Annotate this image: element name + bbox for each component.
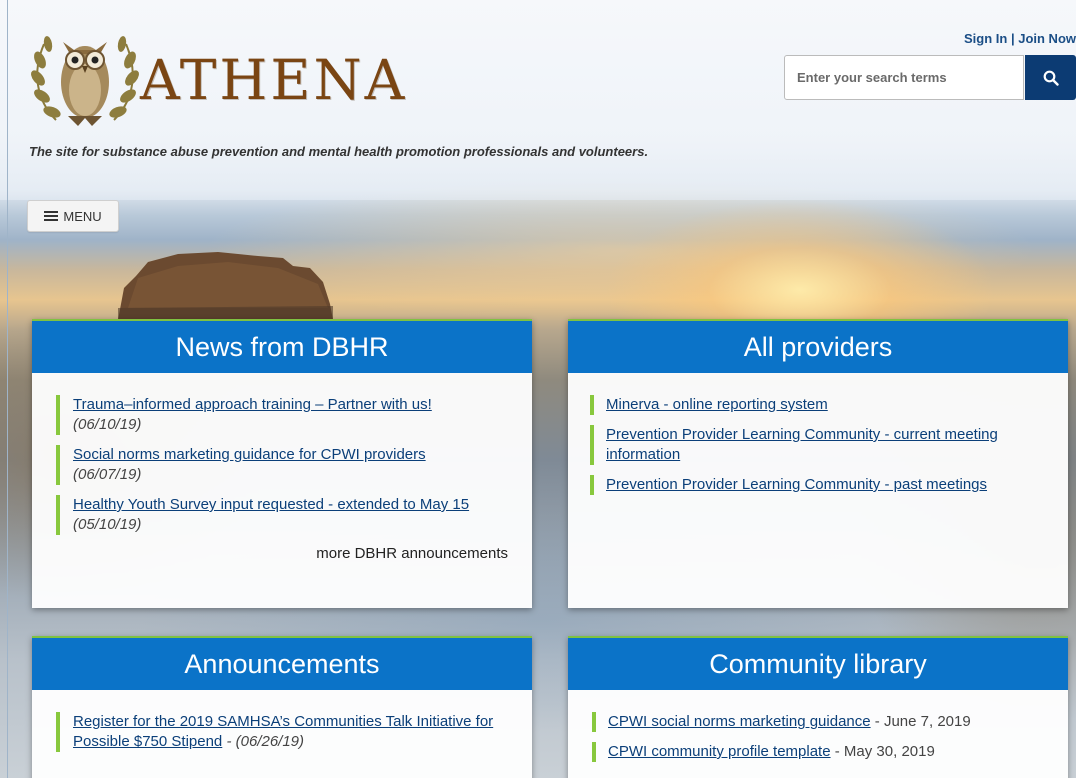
library-item-date-prefix: - (874, 713, 884, 730)
search-button[interactable] (1025, 55, 1076, 100)
site-tagline: The site for substance abuse prevention … (29, 144, 649, 159)
news-item-link[interactable]: Social norms marketing guidance for CPWI… (73, 446, 426, 463)
library-card-body: CPWI social norms marketing guidance - J… (568, 690, 1068, 778)
library-item-date: June 7, 2019 (883, 713, 971, 730)
provider-item-link[interactable]: Prevention Provider Learning Community -… (606, 476, 987, 493)
provider-item-link[interactable]: Prevention Provider Learning Community -… (606, 426, 998, 463)
library-item-link[interactable]: CPWI social norms marketing guidance (608, 713, 871, 730)
news-item-link[interactable]: Trauma–informed approach training – Part… (73, 396, 432, 413)
announcements-card: Announcements Register for the 2019 SAMH… (32, 636, 532, 778)
library-card-title: Community library (568, 638, 1068, 690)
provider-item: Prevention Provider Learning Community -… (590, 475, 1048, 495)
search-icon (1043, 70, 1059, 86)
menu-button[interactable]: MENU (27, 200, 119, 232)
announcements-card-body: Register for the 2019 SAMHSA’s Communiti… (32, 690, 532, 772)
news-card-body: Trauma–informed approach training – Part… (32, 373, 532, 572)
library-item-date-prefix: - (834, 743, 844, 760)
announcements-card-title: Announcements (32, 638, 532, 690)
library-item-date: May 30, 2019 (843, 743, 935, 760)
news-item: Healthy Youth Survey input requested - e… (56, 495, 508, 535)
join-now-link[interactable]: Join Now (1018, 31, 1076, 46)
left-border-line (7, 0, 8, 778)
search-input[interactable] (784, 55, 1024, 100)
provider-item: Prevention Provider Learning Community -… (590, 425, 1048, 465)
more-dbhr-announcements-link[interactable]: more DBHR announcements (56, 545, 508, 562)
news-card: News from DBHR Trauma–informed approach … (32, 319, 532, 608)
library-item: CPWI social norms marketing guidance - J… (592, 712, 1044, 732)
hamburger-icon (44, 209, 59, 223)
news-item-link[interactable]: Healthy Youth Survey input requested - e… (73, 496, 469, 513)
announcement-item-date-prefix: - (226, 733, 236, 750)
provider-item-link[interactable]: Minerva - online reporting system (606, 396, 828, 413)
auth-links: Sign In | Join Now (964, 31, 1076, 46)
library-item: CPWI community profile template - May 30… (592, 742, 1044, 762)
sign-in-link[interactable]: Sign In (964, 31, 1007, 46)
announcement-item-date: (06/26/19) (235, 733, 305, 750)
provider-item: Minerva - online reporting system (590, 395, 1048, 415)
library-item-link[interactable]: CPWI community profile template (608, 743, 831, 760)
menu-label: MENU (63, 208, 102, 224)
auth-separator: | (1007, 31, 1019, 46)
announcement-item: Register for the 2019 SAMHSA’s Communiti… (56, 712, 508, 752)
news-item-date: (05/10/19) (73, 516, 142, 533)
news-card-title: News from DBHR (32, 321, 532, 373)
site-logo-text[interactable]: ATHENA (140, 48, 407, 112)
news-item: Trauma–informed approach training – Part… (56, 395, 508, 435)
providers-card-body: Minerva - online reporting system Preven… (568, 373, 1068, 515)
news-item: Social norms marketing guidance for CPWI… (56, 445, 508, 485)
news-item-date: (06/07/19) (73, 466, 142, 483)
mesa-rock-image (118, 252, 333, 320)
owl-logo-icon[interactable] (30, 20, 140, 132)
providers-card-title: All providers (568, 321, 1068, 373)
library-card: Community library CPWI social norms mark… (568, 636, 1068, 778)
news-item-date: (06/10/19) (73, 416, 142, 433)
providers-card: All providers Minerva - online reporting… (568, 319, 1068, 608)
